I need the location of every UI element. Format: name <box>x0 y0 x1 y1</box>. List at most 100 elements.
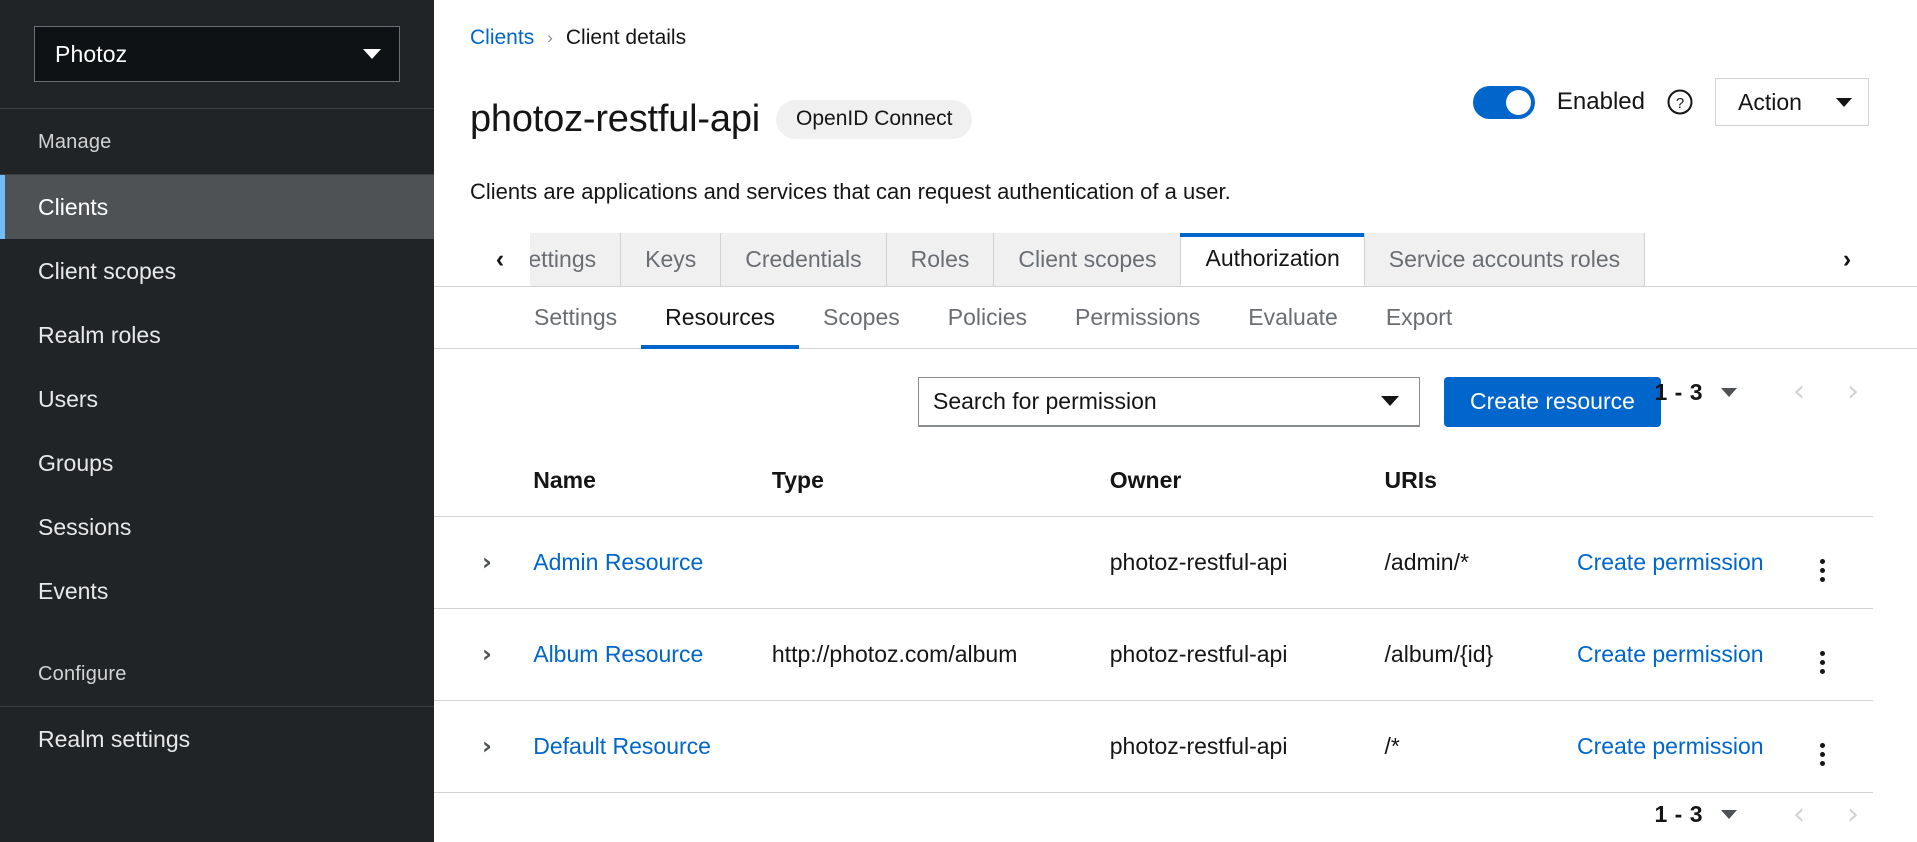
row-uris-cell: /album/{id} <box>1385 608 1577 700</box>
tabs-scroll-right-button[interactable]: › <box>1817 233 1877 286</box>
chevron-right-icon[interactable]: › <box>482 732 492 760</box>
sidebar-item-events[interactable]: Events <box>0 559 434 623</box>
sidebar-item-realm-roles[interactable]: Realm roles <box>0 303 434 367</box>
tab-label: Credentials <box>745 246 861 273</box>
tab-roles[interactable]: Roles <box>886 233 995 286</box>
pagination-next-button[interactable]: › <box>1833 379 1873 405</box>
enabled-toggle[interactable] <box>1473 86 1535 119</box>
pagination-range: 1 - 3 <box>1654 801 1703 828</box>
tab-client-scopes[interactable]: Client scopes <box>993 233 1181 286</box>
subtab-evaluate[interactable]: Evaluate <box>1224 287 1362 348</box>
kebab-menu-icon[interactable] <box>1820 559 1825 582</box>
primary-tabs: ‹ Settings Keys Credentials Roles Client… <box>434 233 1917 287</box>
table-row: › Admin Resource photoz-restful-api /adm… <box>434 516 1873 608</box>
search-input[interactable]: Search for permission <box>918 377 1420 427</box>
sidebar-item-label: Groups <box>38 450 113 476</box>
resource-name-link[interactable]: Default Resource <box>533 733 711 759</box>
chevron-right-icon[interactable]: › <box>482 640 492 668</box>
col-actions <box>1820 453 1873 517</box>
sidebar-item-realm-settings[interactable]: Realm settings <box>0 707 434 771</box>
pagination-prev-button[interactable]: ‹ <box>1779 802 1819 828</box>
action-dropdown-label: Action <box>1738 89 1802 116</box>
main-content: Clients › Client details photoz-restful-… <box>434 0 1917 842</box>
subtab-resources[interactable]: Resources <box>641 287 799 348</box>
sub-tabs: Settings Resources Scopes Policies Permi… <box>434 287 1917 349</box>
sidebar-item-sessions[interactable]: Sessions <box>0 495 434 559</box>
create-permission-link[interactable]: Create permission <box>1577 641 1764 667</box>
pagination-range: 1 - 3 <box>1654 379 1703 406</box>
row-owner-cell: photoz-restful-api <box>1110 516 1385 608</box>
action-dropdown-button[interactable]: Action <box>1715 78 1869 126</box>
row-expand-cell: › <box>434 700 533 792</box>
sidebar-item-label: Client scopes <box>38 258 176 284</box>
col-owner: Owner <box>1110 453 1385 517</box>
sidebar-item-groups[interactable]: Groups <box>0 431 434 495</box>
subtab-policies[interactable]: Policies <box>924 287 1051 348</box>
question-circle-icon[interactable]: ? <box>1667 89 1693 115</box>
toggle-knob <box>1506 90 1531 115</box>
subtab-label: Policies <box>948 304 1027 331</box>
primary-tabs-strip: Settings Keys Credentials Roles Client s… <box>530 233 1817 286</box>
tab-label: Authorization <box>1205 245 1339 272</box>
client-protocol-badge: OpenID Connect <box>776 100 972 139</box>
tab-label: Client scopes <box>1018 246 1156 273</box>
create-permission-link[interactable]: Create permission <box>1577 733 1764 759</box>
col-expand <box>434 453 533 517</box>
page-title: photoz-restful-api <box>470 97 760 141</box>
row-expand-cell: › <box>434 516 533 608</box>
toolbar-controls: Search for permission Create resource <box>918 377 1661 427</box>
resource-name-link[interactable]: Admin Resource <box>533 549 703 575</box>
svg-text:?: ? <box>1676 95 1684 112</box>
caret-down-icon[interactable] <box>1721 388 1737 397</box>
kebab-menu-icon[interactable] <box>1820 743 1825 766</box>
resource-name-link[interactable]: Album Resource <box>533 641 703 667</box>
realm-selector[interactable]: Photoz <box>34 26 400 82</box>
col-uris: URIs <box>1385 453 1577 517</box>
table-header-row: Name Type Owner URIs <box>434 453 1873 517</box>
sidebar-item-clients[interactable]: Clients <box>0 175 434 239</box>
row-name-cell: Admin Resource <box>533 516 772 608</box>
sidebar-section-manage: Manage Clients Client scopes Realm roles… <box>0 109 434 623</box>
sidebar-item-client-scopes[interactable]: Client scopes <box>0 239 434 303</box>
chevron-down-icon <box>363 49 381 59</box>
caret-down-icon[interactable] <box>1721 810 1737 819</box>
tab-authorization[interactable]: Authorization <box>1180 233 1364 286</box>
resources-table: Name Type Owner URIs › Admin Re <box>434 453 1873 793</box>
row-type-cell <box>772 700 1110 792</box>
breadcrumb-link-clients[interactable]: Clients <box>470 26 534 50</box>
subtab-label: Permissions <box>1075 304 1200 331</box>
pagination-bottom: 1 - 3 ‹ › <box>1654 801 1873 828</box>
sidebar-item-label: Events <box>38 578 108 604</box>
sidebar-item-users[interactable]: Users <box>0 367 434 431</box>
subtab-label: Settings <box>534 304 617 331</box>
subtab-permissions[interactable]: Permissions <box>1051 287 1224 348</box>
pagination-prev-button[interactable]: ‹ <box>1779 379 1819 405</box>
chevron-right-icon[interactable]: › <box>482 548 492 576</box>
enabled-toggle-label: Enabled <box>1557 88 1645 116</box>
table-head: Name Type Owner URIs <box>434 453 1873 517</box>
subtab-scopes[interactable]: Scopes <box>799 287 924 348</box>
create-resource-button[interactable]: Create resource <box>1444 377 1661 427</box>
tab-keys[interactable]: Keys <box>620 233 721 286</box>
sidebar-item-label: Users <box>38 386 98 412</box>
tabs-scroll-left-button[interactable]: ‹ <box>470 233 530 286</box>
kebab-menu-icon[interactable] <box>1820 651 1825 674</box>
row-type-cell: http://photoz.com/album <box>772 608 1110 700</box>
subtab-export[interactable]: Export <box>1362 287 1476 348</box>
tab-label: Roles <box>911 246 970 273</box>
subtab-settings[interactable]: Settings <box>510 287 641 348</box>
page-header: photoz-restful-api OpenID Connect Enable… <box>434 50 1917 167</box>
chevron-right-icon: › <box>544 28 556 48</box>
tab-settings[interactable]: Settings <box>530 233 621 286</box>
page-header-actions: Enabled ? Action <box>1473 72 1869 126</box>
row-name-cell: Album Resource <box>533 608 772 700</box>
pagination-next-button[interactable]: › <box>1833 802 1873 828</box>
table-row: › Default Resource photoz-restful-api /*… <box>434 700 1873 792</box>
sidebar-item-label: Clients <box>38 194 108 220</box>
admin-console-root: Photoz Manage Clients Client scopes Real… <box>0 0 1917 842</box>
tab-credentials[interactable]: Credentials <box>720 233 886 286</box>
tab-service-accounts-roles[interactable]: Service accounts roles <box>1364 233 1645 286</box>
col-type: Type <box>772 453 1110 517</box>
create-permission-link[interactable]: Create permission <box>1577 549 1764 575</box>
col-permission <box>1577 453 1820 517</box>
